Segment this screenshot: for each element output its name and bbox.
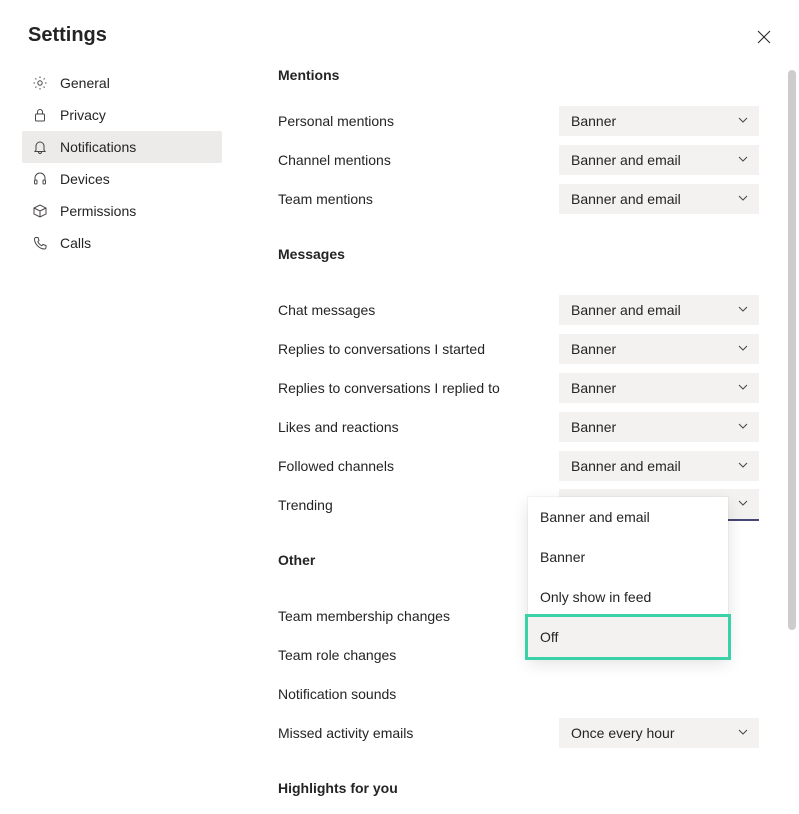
setting-label: Missed activity emails [278, 725, 559, 741]
select-value: Banner [571, 380, 616, 396]
select-value: Banner [571, 341, 616, 357]
chevron-down-icon [737, 341, 749, 357]
select-value: Banner and email [571, 302, 681, 318]
gear-icon [32, 75, 48, 91]
setting-label: Personal mentions [278, 113, 559, 129]
trending-dropdown: Banner and email Banner Only show in fee… [528, 497, 728, 657]
select-followed-channels[interactable]: Banner and email [559, 451, 759, 481]
sidebar-item-notifications[interactable]: Notifications [22, 131, 222, 163]
package-icon [32, 203, 48, 219]
setting-label: Team mentions [278, 191, 559, 207]
select-replies-replied[interactable]: Banner [559, 373, 759, 403]
select-team-mentions[interactable]: Banner and email [559, 184, 759, 214]
setting-row-likes: Likes and reactions Banner [278, 407, 759, 446]
chevron-down-icon [737, 496, 749, 512]
select-personal-mentions[interactable]: Banner [559, 106, 759, 136]
close-icon [757, 31, 771, 48]
close-button[interactable] [757, 30, 771, 48]
select-value: Banner and email [571, 191, 681, 207]
section-title-messages: Messages [278, 246, 759, 262]
chevron-down-icon [737, 113, 749, 129]
chevron-down-icon [737, 302, 749, 318]
setting-row-notification-sounds: Notification sounds [278, 674, 759, 713]
chevron-down-icon [737, 458, 749, 474]
select-replies-started[interactable]: Banner [559, 334, 759, 364]
select-value: Banner and email [571, 152, 681, 168]
chevron-down-icon [737, 191, 749, 207]
scrollbar[interactable] [788, 70, 796, 630]
select-value: Banner and email [571, 458, 681, 474]
setting-label: Chat messages [278, 302, 559, 318]
setting-row-channel-mentions: Channel mentions Banner and email [278, 140, 759, 179]
setting-row-followed-channels: Followed channels Banner and email [278, 446, 759, 485]
dropdown-option-off[interactable]: Off [528, 617, 728, 657]
sidebar-item-devices[interactable]: Devices [22, 163, 222, 195]
setting-label: Followed channels [278, 458, 559, 474]
chevron-down-icon [737, 725, 749, 741]
select-value: Banner [571, 419, 616, 435]
select-value: Banner [571, 113, 616, 129]
headset-icon [32, 171, 48, 187]
setting-row-chat-messages: Chat messages Banner and email [278, 290, 759, 329]
sidebar-item-label: Privacy [60, 107, 106, 123]
bell-icon [32, 139, 48, 155]
setting-label: Replies to conversations I started [278, 341, 559, 357]
select-channel-mentions[interactable]: Banner and email [559, 145, 759, 175]
section-title-highlights: Highlights for you [278, 780, 759, 796]
dropdown-option-banner[interactable]: Banner [528, 537, 728, 577]
setting-row-team-mentions: Team mentions Banner and email [278, 179, 759, 218]
chevron-down-icon [737, 152, 749, 168]
setting-label: Channel mentions [278, 152, 559, 168]
setting-row-replies-replied: Replies to conversations I replied to Ba… [278, 368, 759, 407]
sidebar-item-label: Devices [60, 171, 110, 187]
section-title-mentions: Mentions [278, 67, 759, 83]
sidebar-item-label: General [60, 75, 110, 91]
sidebar-item-calls[interactable]: Calls [22, 227, 222, 259]
settings-main: Mentions Personal mentions Banner Channe… [222, 67, 799, 814]
setting-label: Replies to conversations I replied to [278, 380, 559, 396]
settings-sidebar: General Privacy Notifications Devices Pe [22, 67, 222, 814]
select-likes[interactable]: Banner [559, 412, 759, 442]
lock-icon [32, 107, 48, 123]
page-title: Settings [0, 0, 799, 67]
setting-row-missed-activity: Missed activity emails Once every hour [278, 713, 759, 752]
sidebar-item-privacy[interactable]: Privacy [22, 99, 222, 131]
chevron-down-icon [737, 419, 749, 435]
sidebar-item-general[interactable]: General [22, 67, 222, 99]
setting-label: Notification sounds [278, 686, 759, 702]
dropdown-option-banner-email[interactable]: Banner and email [528, 497, 728, 537]
select-chat-messages[interactable]: Banner and email [559, 295, 759, 325]
phone-icon [32, 235, 48, 251]
sidebar-item-label: Permissions [60, 203, 136, 219]
dropdown-option-feed[interactable]: Only show in feed [528, 577, 728, 617]
select-missed-activity[interactable]: Once every hour [559, 718, 759, 748]
sidebar-item-label: Notifications [60, 139, 136, 155]
chevron-down-icon [737, 380, 749, 396]
setting-label: Trending [278, 497, 559, 513]
setting-row-replies-started: Replies to conversations I started Banne… [278, 329, 759, 368]
sidebar-item-permissions[interactable]: Permissions [22, 195, 222, 227]
setting-label: Likes and reactions [278, 419, 559, 435]
sidebar-item-label: Calls [60, 235, 91, 251]
select-value: Once every hour [571, 725, 675, 741]
setting-row-personal-mentions: Personal mentions Banner [278, 101, 759, 140]
